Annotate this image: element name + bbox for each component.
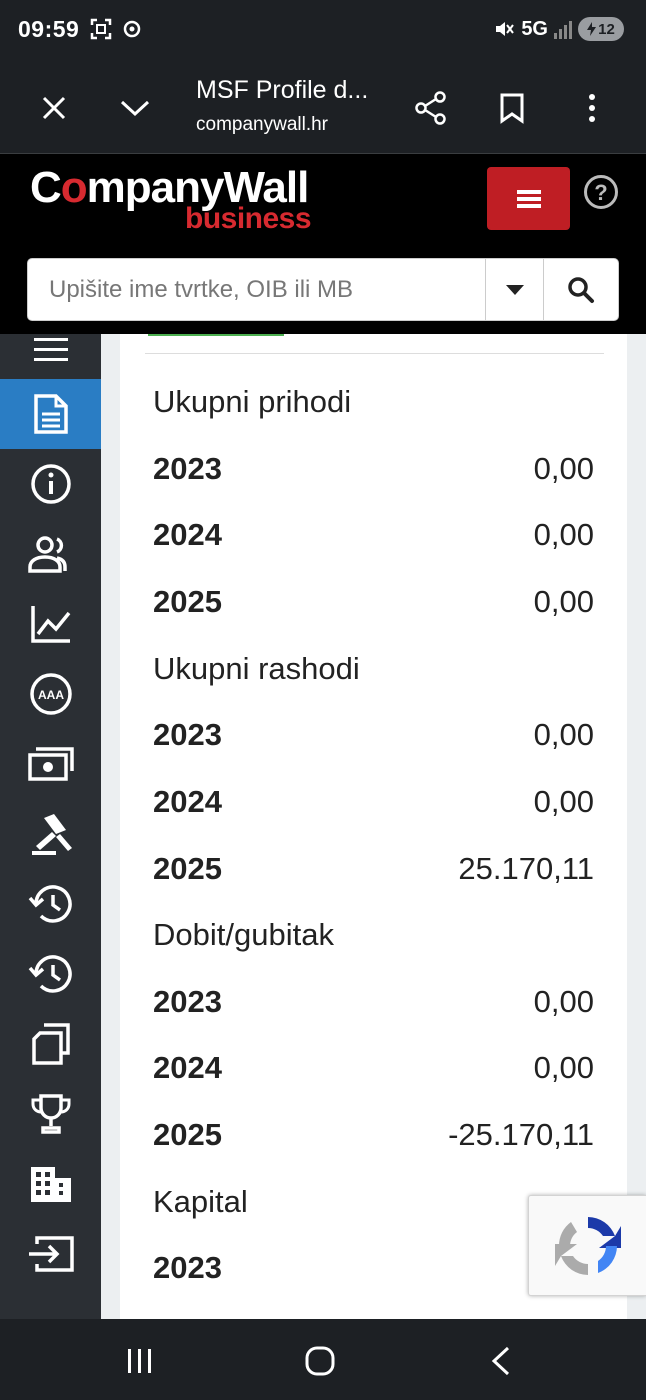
- document-icon: [33, 394, 68, 434]
- status-time: 09:59: [18, 16, 80, 42]
- svg-text:AAA: AAA: [38, 688, 64, 702]
- section-title-expenses: Ukupni rashodi: [153, 651, 360, 686]
- recaptcha-badge[interactable]: [528, 1195, 646, 1296]
- site-menu-button[interactable]: [487, 167, 570, 230]
- search-input[interactable]: [28, 259, 485, 320]
- svg-text:?: ?: [594, 180, 607, 205]
- sync-icon: [123, 20, 141, 38]
- hamburger-menu-icon: [516, 189, 541, 208]
- status-bar: 09:59 5G 12: [0, 0, 646, 62]
- network-label: 5G: [521, 17, 548, 40]
- search-dropdown-button[interactable]: [485, 259, 543, 320]
- more-vert-icon[interactable]: [570, 86, 614, 130]
- table-row: 2025 25.170,11: [153, 851, 594, 886]
- companywall-logo[interactable]: CompanyWall business: [30, 166, 312, 234]
- trophy-icon: [31, 1094, 70, 1134]
- login-icon: [28, 1236, 74, 1272]
- sidebar-menu-toggle[interactable]: [0, 315, 101, 385]
- sidebar-item-info[interactable]: [0, 449, 101, 519]
- search-icon: [568, 276, 594, 303]
- recent-apps-icon[interactable]: [118, 1339, 162, 1383]
- mute-icon: [496, 22, 515, 36]
- sidebar-item-history-2[interactable]: [0, 939, 101, 1009]
- sidebar-item-document[interactable]: [0, 379, 101, 449]
- screenshot-icon: [90, 18, 112, 40]
- battery-level: 12: [598, 20, 615, 38]
- signal-icon: [554, 21, 572, 39]
- hamburger-icon: [33, 338, 68, 361]
- back-icon[interactable]: [479, 1339, 523, 1383]
- table-row: 2023 0,00: [153, 717, 594, 752]
- left-sidebar: AAA: [0, 334, 101, 1319]
- chevron-down-icon[interactable]: [113, 86, 157, 130]
- battery-icon: 12: [578, 17, 624, 41]
- recaptcha-icon: [554, 1216, 621, 1275]
- sidebar-item-court[interactable]: [0, 799, 101, 869]
- main-content: Ukupni prihodi 2023 0,00 2024 0,00 2025 …: [101, 334, 646, 1319]
- home-icon[interactable]: [298, 1339, 342, 1383]
- share-icon[interactable]: [409, 86, 453, 130]
- tab-title[interactable]: MSF Profile d...: [196, 76, 368, 105]
- building-icon: [30, 1167, 71, 1202]
- sidebar-item-history[interactable]: [0, 869, 101, 939]
- sidebar-item-people[interactable]: [0, 519, 101, 589]
- sidebar-item-companies[interactable]: [0, 1149, 101, 1219]
- financial-summary-card: Ukupni prihodi 2023 0,00 2024 0,00 2025 …: [120, 334, 627, 1319]
- info-icon: [30, 464, 71, 504]
- copy-icon: [31, 1023, 70, 1065]
- caret-down-icon: [505, 284, 524, 295]
- table-row: 2025 -25.170,11: [153, 1117, 594, 1152]
- table-row: 2024 0,00: [153, 784, 594, 819]
- search-button[interactable]: [543, 259, 618, 320]
- sidebar-item-chart[interactable]: [0, 589, 101, 659]
- rating-aaa-icon: AAA: [29, 673, 72, 715]
- tab-url[interactable]: companywall.hr: [196, 114, 328, 136]
- sidebar-item-finance[interactable]: [0, 729, 101, 799]
- sidebar-item-awards[interactable]: [0, 1079, 101, 1149]
- sidebar-item-login[interactable]: [0, 1219, 101, 1289]
- system-nav-bar: [0, 1319, 646, 1400]
- history-icon-2: [28, 955, 72, 993]
- bookmark-icon[interactable]: [490, 86, 534, 130]
- table-row: 2025 0,00: [153, 584, 594, 619]
- site-header: CompanyWall business ?: [0, 154, 646, 334]
- sidebar-item-rating[interactable]: AAA: [0, 659, 101, 729]
- history-icon: [28, 885, 72, 923]
- section-title-capital: Kapital: [153, 1184, 248, 1219]
- search-bar: [27, 258, 619, 321]
- help-icon[interactable]: ?: [583, 174, 619, 210]
- browser-toolbar: MSF Profile d... companywall.hr: [0, 62, 646, 153]
- table-row: 2023 0,00: [153, 451, 594, 486]
- gavel-icon: [31, 814, 72, 855]
- table-row: 2024 0,00: [153, 1050, 594, 1085]
- chart-icon: [30, 606, 70, 643]
- sidebar-item-copy[interactable]: [0, 1009, 101, 1079]
- section-title-revenue: Ukupni prihodi: [153, 384, 352, 419]
- green-indicator: [148, 334, 284, 336]
- section-title-profit: Dobit/gubitak: [153, 917, 334, 952]
- card-divider: [145, 353, 604, 354]
- table-row: 2024 0,00: [153, 517, 594, 552]
- close-icon[interactable]: [32, 86, 76, 130]
- money-icon: [27, 747, 74, 781]
- table-row: 2023 0,00: [153, 984, 594, 1019]
- people-icon: [27, 536, 67, 573]
